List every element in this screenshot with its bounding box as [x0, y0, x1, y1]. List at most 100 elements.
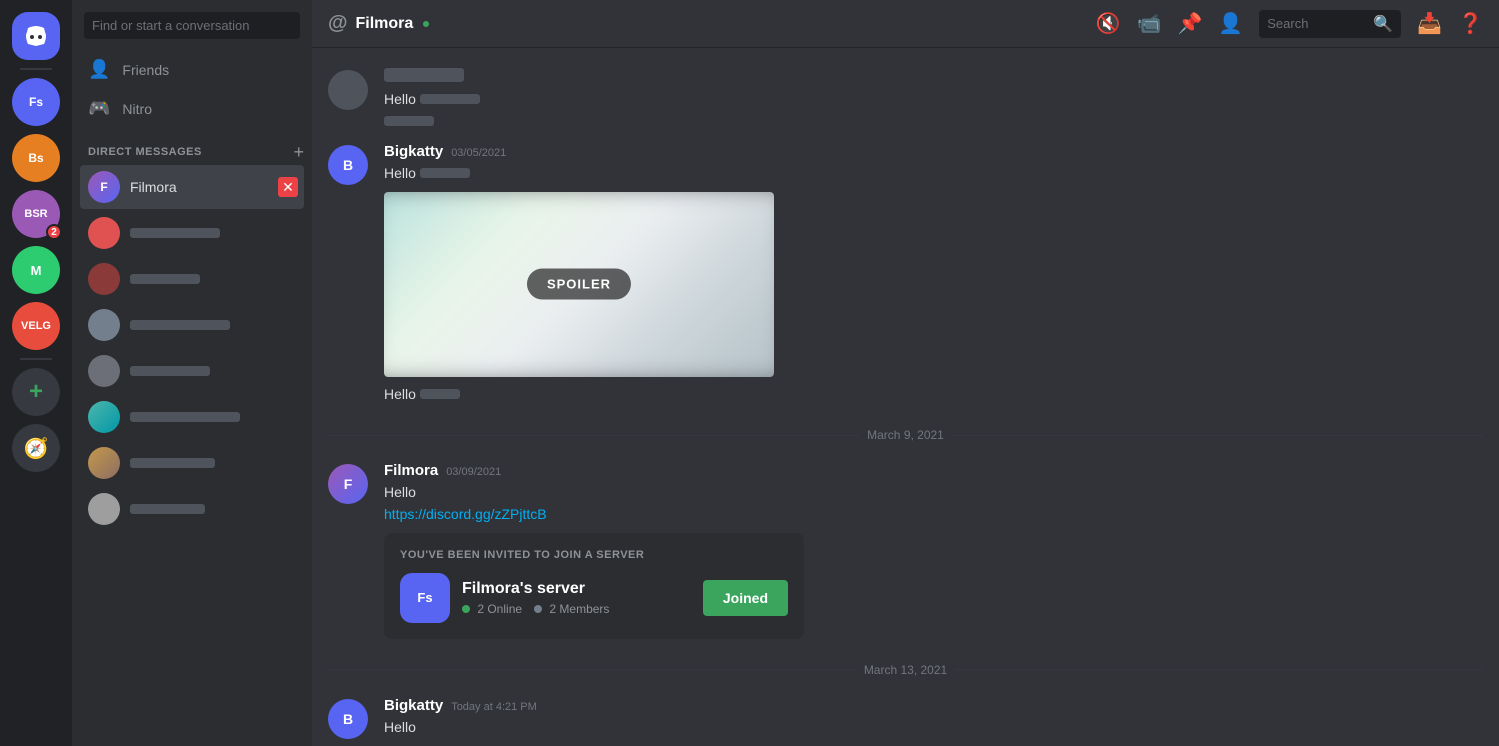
dm-nav: 👤 Friends 🎮 Nitro: [72, 51, 312, 127]
dm-item-8[interactable]: [80, 487, 304, 531]
close-dm-button[interactable]: ✕: [278, 177, 298, 197]
dm-item-2[interactable]: [80, 211, 304, 255]
filmora-msg-avatar: F: [328, 464, 368, 504]
chat-header-right: 🔇 📹 📌 👤 🔍 📥 ❓: [1096, 10, 1483, 38]
dm-search: [72, 0, 312, 51]
dm-avatar-5: [88, 355, 120, 387]
filmora-timestamp: 03/09/2021: [446, 466, 501, 478]
dm-avatar-2: [88, 217, 120, 249]
search-icon: 🔍: [1373, 14, 1393, 34]
chat-search-input[interactable]: [1267, 16, 1367, 31]
member-count: 2 Members: [534, 602, 609, 616]
invite-server-meta: 2 Online 2 Members: [462, 602, 691, 616]
filmora-name: Filmora: [130, 179, 296, 195]
invite-card-header: YOU'VE BEEN INVITED TO JOIN A SERVER: [400, 549, 788, 561]
bigkatty-header: Bigkatty 03/05/2021: [384, 143, 1483, 160]
username-blur: [384, 68, 464, 82]
filmora-username: Filmora: [384, 462, 438, 479]
date-divider-march9: March 9, 2021: [328, 428, 1483, 442]
bigkatty-text-after: Hello: [384, 385, 1483, 405]
discover-server-button[interactable]: 🧭: [12, 424, 60, 472]
spoiler-label: SPOILER: [527, 269, 631, 300]
msg-content-top: Hello: [384, 68, 1483, 131]
dm-item-7[interactable]: [80, 441, 304, 485]
message-group-top: Hello: [328, 64, 1483, 135]
server-icon-m[interactable]: M: [12, 246, 60, 294]
msg-avatar-top: [328, 70, 368, 110]
dm-avatar-3: [88, 263, 120, 295]
chat-header-title: Filmora: [356, 15, 414, 33]
nitro-nav-item[interactable]: 🎮 Nitro: [80, 90, 304, 127]
dm-list: F Filmora ✕: [72, 165, 312, 746]
search-box: 🔍: [1259, 10, 1401, 38]
msg-username-top: [384, 68, 464, 86]
filmora-link: https://discord.gg/zZPjttcB: [384, 505, 1483, 525]
msg-text-blur: [420, 94, 480, 104]
msg-header-top: [384, 68, 1483, 86]
dm-item-filmora[interactable]: F Filmora ✕: [80, 165, 304, 209]
pin-icon[interactable]: 📌: [1177, 11, 1202, 36]
messages-container: Hello B Bigkatty 03/05/2021 Hello: [312, 48, 1499, 746]
add-server-button[interactable]: +: [12, 368, 60, 416]
server-icon-bsr[interactable]: BSR 2: [12, 190, 60, 238]
dm-avatar-6: [88, 401, 120, 433]
server-icon-fs[interactable]: Fs: [12, 78, 60, 126]
friends-nav-item[interactable]: 👤 Friends: [80, 51, 304, 88]
filmora-header: Filmora 03/09/2021: [384, 462, 1483, 479]
dm-name-5: [130, 366, 210, 376]
bigkatty-text: Hello: [384, 164, 1483, 184]
invite-link[interactable]: https://discord.gg/zZPjttcB: [384, 506, 547, 522]
online-dot: [462, 605, 470, 613]
mute-icon[interactable]: 🔇: [1096, 11, 1121, 36]
server-icon-bs[interactable]: Bs: [12, 134, 60, 182]
dm-name-6: [130, 412, 240, 422]
dm-item-4[interactable]: [80, 303, 304, 347]
dm-name-2: [130, 228, 220, 238]
add-dm-button[interactable]: +: [293, 143, 304, 161]
spoiler-image-wrapper[interactable]: SPOILER: [384, 192, 774, 377]
nitro-icon: 🎮: [88, 98, 110, 119]
home-server-icon[interactable]: [12, 12, 60, 60]
dm-name-4: [130, 320, 230, 330]
dm-panel: 👤 Friends 🎮 Nitro DIRECT MESSAGES + F Fi…: [72, 0, 312, 746]
add-friend-icon[interactable]: 👤: [1218, 11, 1243, 36]
dm-item-3[interactable]: [80, 257, 304, 301]
at-sign-icon: @: [328, 12, 348, 35]
server-divider: [20, 68, 52, 70]
dm-item-6[interactable]: [80, 395, 304, 439]
dm-avatar-7: [88, 447, 120, 479]
dm-avatar-8: [88, 493, 120, 525]
date-divider-march13: March 13, 2021: [328, 663, 1483, 677]
invite-server-name: Filmora's server: [462, 580, 691, 598]
bigkatty-text-blur: [420, 168, 470, 178]
nitro-label: Nitro: [122, 101, 152, 117]
bigkatty2-text: Hello: [384, 718, 1483, 738]
inbox-icon[interactable]: 📥: [1417, 11, 1442, 36]
search-input[interactable]: [84, 12, 300, 39]
invite-server-icon: Fs: [400, 573, 450, 623]
bigkatty2-content: Bigkatty Today at 4:21 PM Hello: [384, 697, 1483, 739]
video-icon[interactable]: 📹: [1137, 11, 1162, 36]
filmora-content: Filmora 03/09/2021 Hello https://discord…: [384, 462, 1483, 638]
msg-text-top: Hello: [384, 90, 1483, 110]
help-icon[interactable]: ❓: [1458, 11, 1483, 36]
dm-name-7: [130, 458, 215, 468]
bigkatty-content: Bigkatty 03/05/2021 Hello SPOILER Hello: [384, 143, 1483, 404]
chat-area: @ Filmora 🔇 📹 📌 👤 🔍 📥 ❓: [312, 0, 1499, 746]
message-group-bigkatty: B Bigkatty 03/05/2021 Hello SPOILER: [328, 139, 1483, 408]
friends-label: Friends: [122, 62, 169, 78]
bigkatty2-header: Bigkatty Today at 4:21 PM: [384, 697, 1483, 714]
dm-item-5[interactable]: [80, 349, 304, 393]
online-count: 2 Online: [462, 602, 522, 616]
joined-button[interactable]: Joined: [703, 580, 788, 616]
msg-text-top2: [384, 112, 1483, 132]
invite-card: YOU'VE BEEN INVITED TO JOIN A SERVER Fs …: [384, 533, 804, 639]
chat-header: @ Filmora 🔇 📹 📌 👤 🔍 📥 ❓: [312, 0, 1499, 48]
server-icon-velg[interactable]: VELG: [12, 302, 60, 350]
invite-card-body: Fs Filmora's server 2 Online: [400, 573, 788, 623]
dm-avatar-4: [88, 309, 120, 341]
bigkatty2-timestamp: Today at 4:21 PM: [451, 701, 537, 713]
chat-header-left: @ Filmora: [328, 12, 431, 35]
filmora-avatar: F: [88, 171, 120, 203]
dm-list-title: DIRECT MESSAGES: [88, 146, 202, 158]
